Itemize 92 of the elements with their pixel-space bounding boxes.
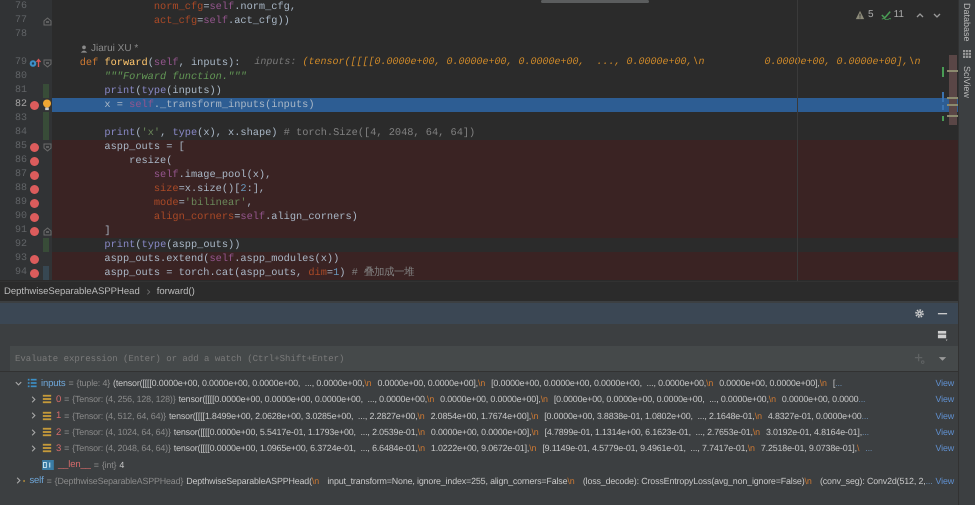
number-icon bbox=[42, 460, 54, 470]
variable-name: 2 bbox=[56, 426, 62, 438]
variable-type: {DepthwiseSeparableASPPHead} bbox=[54, 476, 184, 486]
variable-value: DepthwiseSeparableASPPHead(\n input_transform=None, ignore_index=255, align_corners=False\n (loss_decode): CrossEntropyLoss(avg_non_ignore=False)\n (conv_seg): Conv2d(512, 2,... bbox=[186, 476, 933, 486]
line-number: 82 bbox=[14, 98, 27, 112]
person-icon bbox=[80, 45, 88, 53]
variable-type: {int} bbox=[102, 460, 116, 470]
code-line: x = self._transform_inputs(inputs) bbox=[103, 98, 315, 112]
view-link[interactable]: View bbox=[932, 427, 954, 438]
code-line: size=x.size()[2:], bbox=[152, 182, 266, 196]
fold-icon[interactable] bbox=[43, 143, 52, 152]
list-icon bbox=[27, 378, 37, 388]
inspection-count[interactable]: 5 bbox=[868, 9, 874, 20]
check-icon bbox=[880, 10, 891, 20]
fold-icon[interactable] bbox=[43, 59, 52, 68]
inline-value-hint: inputs: (tensor([[[[0.0000e+00, 0.0000e+00, 0.0000e+00, ..., 0.0000e+00,\n 0.0000e+00, 0.0000e+00],\n bbox=[254, 56, 921, 70]
error-stripe-drawing bbox=[942, 55, 958, 127]
change-marker[interactable] bbox=[43, 126, 49, 140]
change-marker[interactable] bbox=[43, 238, 49, 252]
breakpoint-icon[interactable] bbox=[30, 170, 39, 180]
breakpoint-icon[interactable] bbox=[30, 142, 39, 152]
view-link[interactable]: View bbox=[932, 410, 954, 421]
variable-name: 0 bbox=[56, 394, 62, 405]
code-line: mode='bilinear', bbox=[152, 196, 253, 210]
code-line: ] bbox=[103, 224, 111, 238]
breakpoint-icon[interactable] bbox=[30, 100, 39, 110]
code-line: aspp_outs = [ bbox=[103, 140, 185, 154]
variable-name: 3 bbox=[56, 442, 62, 454]
code-line: """Forward function.""" bbox=[103, 70, 247, 84]
code-line: print('x', type(x), x.shape) # torch.Size([4, 2048, 64, 64]) bbox=[103, 126, 476, 140]
change-marker[interactable] bbox=[43, 112, 49, 126]
code-line: norm_cfg=self.norm_cfg, bbox=[152, 0, 296, 14]
code-line: print(type(inputs)) bbox=[103, 84, 222, 98]
side-tab[interactable]: SciView bbox=[962, 66, 972, 98]
variable-value: tensor([[[[0.0000e+00, 1.0965e+00, 6.3724e-01, ..., 6.6484e-01,\n 1.0222e+00, 9.0672e-01],\n [9.1149e-01, 4.5779e-01, 9.4961e-01, ..., 7.7417e-01,\n 7.2518e-01, 9.0738e-01],\ ... bbox=[174, 443, 872, 454]
equals-sign: = bbox=[46, 476, 52, 486]
breakpoint-icon[interactable] bbox=[30, 184, 39, 194]
equals-sign: = bbox=[64, 427, 70, 438]
code-line: align_corners=self.align_corners) bbox=[152, 210, 358, 224]
variable-name: inputs bbox=[41, 378, 66, 389]
layout-icon[interactable] bbox=[937, 330, 948, 340]
code-line: resize( bbox=[128, 154, 172, 168]
equals-sign: = bbox=[94, 460, 99, 470]
equals-sign: = bbox=[64, 443, 70, 454]
chevron-right-icon bbox=[146, 288, 151, 296]
fold-icon[interactable] bbox=[43, 227, 52, 236]
variable-value: (tensor([[[[0.0000e+00, 0.0000e+00, 0.0000e+00, ..., 0.0000e+00,\n 0.0000e+00, 0.0000e+00],\n [0.0000e+00, 0.0000e+00, 0.0000e+00, ..., 0.0000e+00,\n 0.0000e+00, 0.0000e+00],\n [... bbox=[113, 378, 842, 388]
code-line: print(type(aspp_outs)) bbox=[103, 238, 240, 252]
view-link[interactable]: View bbox=[932, 443, 954, 454]
breakpoint-icon[interactable] bbox=[30, 156, 39, 166]
breakpoint-icon[interactable] bbox=[30, 268, 39, 278]
settings-icon[interactable] bbox=[914, 308, 925, 319]
breadcrumb-item[interactable]: DepthwiseSeparableASPPHead bbox=[4, 286, 140, 297]
variable-type: {Tensor: (4, 1024, 64, 64)} bbox=[72, 427, 171, 438]
variable-value: tensor([[[[0.0000e+00, 5.5417e-01, 1.1793e+00, ..., 2.0539e-01,\n 0.0000e+00, 0.0000e+00],\n [4.7899e-01, 1.1314e+00, 6.1623e-01, ..., 2.7653e-01,\n 3.0192e-01, 4.8164e-01],... bbox=[174, 427, 869, 438]
equals-sign: = bbox=[64, 394, 70, 404]
view-link[interactable]: View bbox=[932, 394, 954, 404]
change-marker[interactable] bbox=[43, 84, 49, 98]
variable-value: tensor([[[[1.8499e+00, 2.0628e+00, 3.0285e+00, ..., 2.2827e+00,\n 2.0854e+00, 1.7674e+00],\n [0.0000e+00, 3.8838e-01, 1.0802e+00, ..., 2.1648e-01,\n 4.8327e-01, 0.0000e+00... bbox=[168, 410, 868, 421]
lightbulb-icon[interactable] bbox=[42, 99, 52, 111]
variable-type: {tuple: 4} bbox=[76, 378, 110, 388]
variable-name: self bbox=[29, 475, 44, 486]
code-line: def forward(self, inputs): bbox=[78, 56, 240, 70]
view-link[interactable]: View bbox=[932, 378, 954, 388]
variable-value: 4 bbox=[119, 460, 124, 470]
breadcrumb-item[interactable]: forward() bbox=[156, 286, 195, 297]
equals-sign: = bbox=[68, 378, 74, 388]
inspection-count[interactable]: 11 bbox=[894, 9, 904, 20]
breakpoint-icon[interactable] bbox=[30, 212, 39, 222]
change-marker[interactable] bbox=[43, 266, 49, 280]
scrollbar-thumb[interactable] bbox=[541, 0, 649, 3]
code-line: aspp_outs.extend(self.aspp_modules(x)) bbox=[103, 252, 340, 266]
breakpoint-icon[interactable] bbox=[30, 254, 39, 264]
code-line: self.image_pool(x), bbox=[152, 168, 272, 182]
override-icon[interactable] bbox=[28, 58, 40, 68]
breakpoint-icon[interactable] bbox=[30, 198, 39, 208]
variable-type: {Tensor: (4, 2048, 64, 64)} bbox=[72, 443, 171, 454]
equals-sign: = bbox=[64, 410, 70, 421]
side-tab[interactable]: Database bbox=[962, 3, 972, 42]
grid-icon bbox=[963, 50, 971, 58]
variable-name: __len__ bbox=[58, 459, 91, 470]
view-link[interactable]: View bbox=[932, 476, 954, 486]
warning-icon bbox=[855, 10, 866, 20]
code-line: act_cfg=self.act_cfg)) bbox=[152, 14, 290, 28]
author-label[interactable]: Jiarui XU * bbox=[91, 42, 138, 56]
variable-value: tensor([[[[0.0000e+00, 0.0000e+00, 0.0000e+00, ..., 0.0000e+00,\n 0.0000e+00, 0.0000e+00],\n [0.0000e+00, 0.0000e+00, 0.0000e+00, ..., 0.0000e+00,\n 0.0000e+00, 0.0000... bbox=[178, 394, 866, 404]
breakpoint-icon[interactable] bbox=[30, 226, 39, 236]
fold-icon[interactable] bbox=[43, 17, 52, 26]
variable-type: {Tensor: (4, 512, 64, 64)} bbox=[72, 410, 166, 421]
variable-name: 1 bbox=[56, 410, 62, 422]
variable-type: {Tensor: (4, 256, 128, 128)} bbox=[72, 394, 176, 404]
code-line: aspp_outs = torch.cat(aspp_outs, dim=1) # 叠加成一堆 bbox=[103, 266, 414, 280]
